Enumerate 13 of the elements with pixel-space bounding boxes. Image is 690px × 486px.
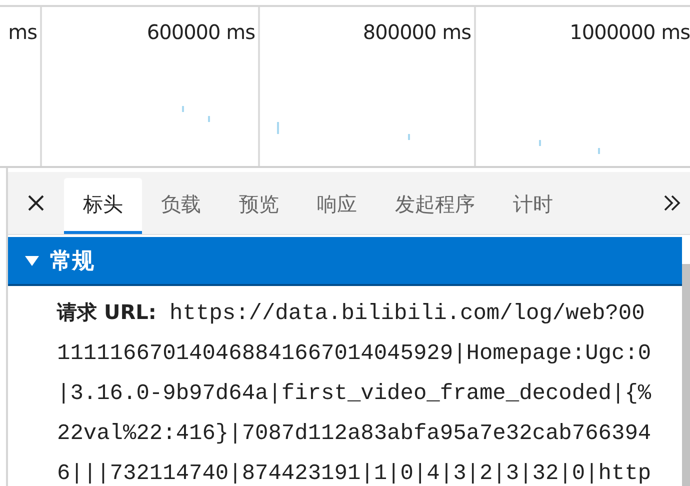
time-tick-label: 600000 ms — [146, 20, 255, 44]
tab[interactable]: 预览 — [220, 178, 298, 234]
tab[interactable]: 计时 — [494, 178, 572, 234]
section-header[interactable]: 常规 — [8, 237, 682, 286]
tab[interactable]: 负载 — [142, 178, 220, 234]
tab[interactable]: 响应 — [298, 178, 376, 234]
time-tick-label: 1000000 ms — [570, 20, 690, 44]
time-tick-label: ms — [8, 20, 37, 44]
tab[interactable]: 发起程序 — [376, 178, 494, 234]
time-tick-label: 800000 ms — [362, 20, 471, 44]
header-field: 请求 URL: https://data.bilibili.com/log/web?00111116670140468841667014045929|Homepage:Ugc:0|3.16.0-9b97d64a|first_video_frame_decoded|{%22val%22:416}|7087d112a83abfa95a7e32cab7663946|||732114740|874423191|1|0|4|3|2|3|32|0|http — [57, 292, 655, 486]
tab[interactable]: 标头 — [64, 178, 142, 234]
section-title: 常规 — [50, 248, 94, 276]
